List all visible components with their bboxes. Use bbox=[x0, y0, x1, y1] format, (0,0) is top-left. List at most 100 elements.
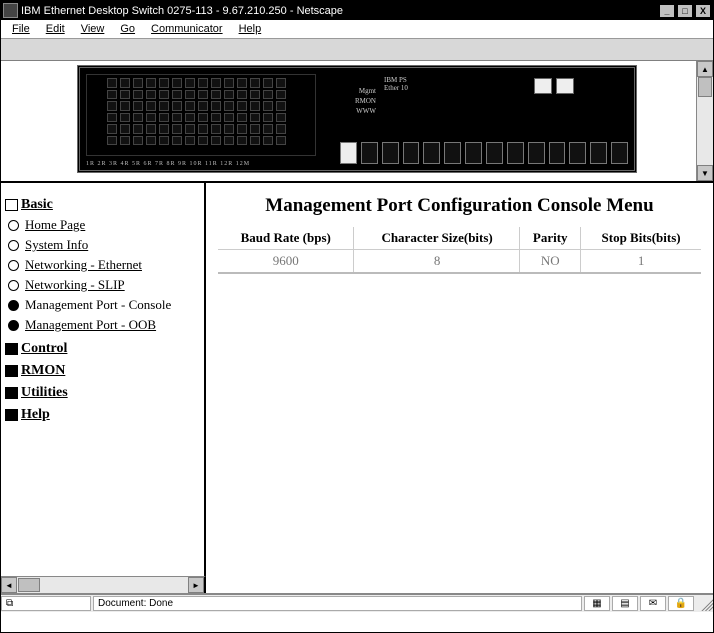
sidebar-group-label: Utilities bbox=[21, 385, 68, 401]
port-7[interactable] bbox=[486, 142, 503, 164]
sidebar-group-help[interactable]: Help bbox=[5, 407, 200, 423]
device-mgmt-label: IBM PSEther 10 bbox=[384, 76, 444, 92]
uplink-port-2[interactable] bbox=[556, 78, 574, 94]
menu-help[interactable]: Help bbox=[232, 21, 269, 37]
menu-file[interactable]: File bbox=[5, 21, 37, 37]
sidebar-item-networking-slip[interactable]: Networking - SLIP bbox=[8, 275, 200, 295]
main-area: Basic Home Page System Info Networking -… bbox=[1, 183, 713, 594]
tray-icon-1[interactable]: ▦ bbox=[584, 596, 610, 611]
sidebar: Basic Home Page System Info Networking -… bbox=[1, 183, 206, 593]
sidebar-item-system-info[interactable]: System Info bbox=[8, 235, 200, 255]
scroll-down-icon[interactable]: ▼ bbox=[697, 165, 713, 181]
status-cell-left: ⧉ bbox=[1, 596, 91, 611]
menu-go[interactable]: Go bbox=[113, 21, 142, 37]
sidebar-item-networking-ethernet[interactable]: Networking - Ethernet bbox=[8, 255, 200, 275]
sidebar-item-mgmt-port-oob[interactable]: Management Port - OOB bbox=[8, 315, 200, 335]
resize-grip-icon[interactable] bbox=[698, 596, 713, 611]
sidebar-list-basic: Home Page System Info Networking - Ether… bbox=[8, 215, 200, 335]
bullet-icon bbox=[8, 300, 19, 311]
sidebar-item-home-page[interactable]: Home Page bbox=[8, 215, 200, 235]
menu-communicator[interactable]: Communicator bbox=[144, 21, 230, 37]
banner-scrollbar[interactable]: ▲ ▼ bbox=[696, 61, 713, 181]
port-11[interactable] bbox=[569, 142, 586, 164]
device-banner: 1R 2R 3R 4R 5R 6R 7R 8R 9R 10R 11R 12R 1… bbox=[1, 61, 713, 183]
sidebar-group-label: RMON bbox=[21, 363, 65, 379]
maximize-button[interactable]: □ bbox=[677, 4, 693, 18]
col-baud-rate: Baud Rate (bps) bbox=[218, 227, 354, 250]
sidebar-item-label: Home Page bbox=[25, 217, 85, 233]
folder-icon bbox=[5, 387, 18, 399]
minimize-button[interactable]: _ bbox=[659, 4, 675, 18]
switch-ports[interactable] bbox=[340, 142, 628, 164]
menu-bar: File Edit View Go Communicator Help bbox=[1, 20, 713, 39]
table-row: 9600 8 NO 1 bbox=[218, 250, 701, 273]
folder-icon bbox=[5, 365, 18, 377]
bullet-icon bbox=[8, 220, 19, 231]
sidebar-group-label: Help bbox=[21, 407, 50, 423]
content-pane: Management Port Configuration Console Me… bbox=[206, 183, 713, 593]
bullet-icon bbox=[8, 260, 19, 271]
scroll-track[interactable] bbox=[17, 577, 188, 593]
port-3[interactable] bbox=[403, 142, 420, 164]
switch-device-graphic[interactable]: 1R 2R 3R 4R 5R 6R 7R 8R 9R 10R 11R 12R 1… bbox=[77, 65, 637, 173]
folder-icon bbox=[5, 199, 18, 211]
port-1[interactable] bbox=[361, 142, 378, 164]
led-bottom-labels: 1R 2R 3R 4R 5R 6R 7R 8R 9R 10R 11R 12R 1… bbox=[86, 161, 250, 167]
port-6[interactable] bbox=[465, 142, 482, 164]
window-title: IBM Ethernet Desktop Switch 0275-113 - 9… bbox=[21, 5, 657, 17]
bullet-icon bbox=[8, 240, 19, 251]
port-12[interactable] bbox=[611, 142, 628, 164]
sidebar-group-rmon[interactable]: RMON bbox=[5, 363, 200, 379]
table-header-row: Baud Rate (bps) Character Size(bits) Par… bbox=[218, 227, 701, 250]
status-tray: ▦ ▤ ✉ 🔒 bbox=[584, 596, 696, 611]
device-status-labels: Mgmt RMON WWW bbox=[324, 86, 376, 116]
sidebar-item-label: Networking - Ethernet bbox=[25, 257, 142, 273]
sidebar-item-label: Networking - SLIP bbox=[25, 277, 125, 293]
port-4[interactable] bbox=[423, 142, 440, 164]
close-button[interactable]: X bbox=[695, 4, 711, 18]
val-baud-rate: 9600 bbox=[218, 250, 354, 273]
status-document: Document: Done bbox=[93, 596, 582, 611]
bullet-icon bbox=[8, 280, 19, 291]
port-2[interactable] bbox=[382, 142, 399, 164]
port-mdi[interactable] bbox=[340, 142, 357, 164]
tray-icon-2[interactable]: ▤ bbox=[612, 596, 638, 611]
folder-icon bbox=[5, 409, 18, 421]
menu-view[interactable]: View bbox=[74, 21, 112, 37]
app-icon bbox=[3, 3, 18, 18]
col-char-size: Character Size(bits) bbox=[355, 227, 520, 250]
scroll-track[interactable] bbox=[697, 77, 713, 165]
sidebar-group-control[interactable]: Control bbox=[5, 341, 200, 357]
divider bbox=[218, 272, 701, 274]
scroll-up-icon[interactable]: ▲ bbox=[697, 61, 713, 77]
sidebar-h-scrollbar[interactable]: ◄ ► bbox=[1, 576, 206, 593]
scroll-left-icon[interactable]: ◄ bbox=[1, 577, 17, 593]
col-parity: Parity bbox=[521, 227, 580, 250]
sidebar-group-utilities[interactable]: Utilities bbox=[5, 385, 200, 401]
sidebar-item-label: Management Port - OOB bbox=[25, 317, 156, 333]
tray-icon-3[interactable]: ✉ bbox=[640, 596, 666, 611]
port-9[interactable] bbox=[528, 142, 545, 164]
led-panel bbox=[86, 74, 316, 156]
scroll-thumb[interactable] bbox=[698, 77, 712, 97]
status-text: Document: Done bbox=[98, 598, 173, 609]
tray-lock-icon[interactable]: 🔒 bbox=[668, 596, 694, 611]
port-8[interactable] bbox=[507, 142, 524, 164]
scroll-thumb[interactable] bbox=[18, 578, 40, 592]
sidebar-group-label: Basic bbox=[21, 197, 53, 213]
sidebar-item-mgmt-port-console[interactable]: Management Port - Console bbox=[8, 295, 200, 315]
val-stop-bits: 1 bbox=[581, 250, 701, 273]
uplink-port-1[interactable] bbox=[534, 78, 552, 94]
port-12mdi[interactable] bbox=[590, 142, 607, 164]
netscape-status-icon: ⧉ bbox=[6, 598, 13, 609]
page-title: Management Port Configuration Console Me… bbox=[218, 195, 701, 217]
sidebar-group-basic[interactable]: Basic bbox=[5, 197, 200, 213]
menu-edit[interactable]: Edit bbox=[39, 21, 72, 37]
title-bar: IBM Ethernet Desktop Switch 0275-113 - 9… bbox=[1, 1, 713, 20]
config-table: Baud Rate (bps) Character Size(bits) Par… bbox=[218, 227, 701, 272]
port-10[interactable] bbox=[549, 142, 566, 164]
uplink-ports[interactable] bbox=[534, 78, 574, 94]
port-5[interactable] bbox=[444, 142, 461, 164]
scroll-right-icon[interactable]: ► bbox=[188, 577, 204, 593]
col-stop-bits: Stop Bits(bits) bbox=[581, 227, 701, 250]
